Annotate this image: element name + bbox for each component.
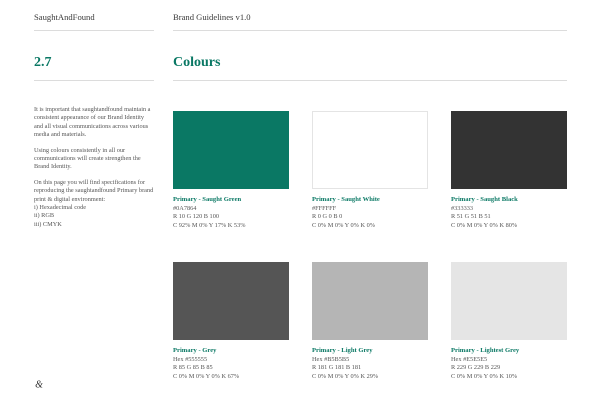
color-cmyk: C 0% M 0% Y 0% K 67% xyxy=(173,372,240,380)
color-spec-saught-white: Primary - Saught White #FFFFFF R 0 G 0 B… xyxy=(312,196,437,230)
footer-glyph: & xyxy=(35,380,43,389)
color-name: Primary - Saught Green xyxy=(173,196,242,203)
color-rgb: R 51 G 51 B 51 xyxy=(451,213,491,220)
color-rgb: R 181 G 181 B 181 xyxy=(312,364,362,371)
color-spec-grey: Primary - Grey Hex #555555 R 85 G 85 B 8… xyxy=(173,347,298,381)
swatch-grey xyxy=(173,262,289,340)
header-rule-left xyxy=(34,30,154,31)
color-rgb: R 0 G 0 B 0 xyxy=(312,213,343,220)
section-rule-left xyxy=(34,80,154,81)
swatch-saught-white xyxy=(312,111,428,189)
color-hex: Hex #E5E5E5 xyxy=(451,355,488,363)
spec-item: i) Hexadecimal code xyxy=(34,203,87,211)
color-cmyk: C 0% M 0% Y 0% K 80% xyxy=(451,221,518,229)
color-rgb: R 85 G 85 B 85 xyxy=(173,364,213,371)
section-rule-right xyxy=(173,80,567,81)
color-hex: Hex #B5B5B5 xyxy=(312,355,350,363)
color-rgb: R 10 G 120 B 100 xyxy=(173,213,220,220)
swatch-lightest-grey xyxy=(451,262,567,340)
section-number: 2.7 xyxy=(34,55,52,70)
color-spec-light-grey: Primary - Light Grey Hex #B5B5B5 R 181 G… xyxy=(312,347,437,381)
intro-paragraph: Using colours consistently in all our co… xyxy=(34,146,141,171)
color-cmyk: C 0% M 0% Y 0% K 10% xyxy=(451,372,518,380)
spec-item: ii) RGB xyxy=(34,212,55,220)
intro-paragraph: It is important that saughtandfound main… xyxy=(34,106,151,138)
spec-lead: On this page you will find specification… xyxy=(34,179,154,203)
color-name: Primary - Light Grey xyxy=(312,347,373,354)
brand-name: SaughtAndFound xyxy=(34,12,95,22)
color-rgb: R 229 G 229 B 229 xyxy=(451,364,501,371)
color-name: Primary - Saught White xyxy=(312,196,380,203)
section-title: Colours xyxy=(173,55,221,70)
color-name: Primary - Grey xyxy=(173,347,217,354)
intro-text: It is important that saughtandfound main… xyxy=(34,106,154,229)
ampersand-logo-icon: & xyxy=(35,380,43,389)
color-name: Primary - Lightest Grey xyxy=(451,347,520,354)
color-spec-saught-black: Primary - Saught Black #333333 R 51 G 51… xyxy=(451,196,576,230)
color-hex: Hex #555555 xyxy=(173,355,208,363)
color-cmyk: C 92% M 0% Y 17% K 53% xyxy=(173,221,246,229)
spec-item: iii) CMYK xyxy=(34,220,62,228)
color-hex: #333333 xyxy=(451,204,474,212)
swatch-saught-black xyxy=(451,111,567,189)
color-spec-lightest-grey: Primary - Lightest Grey Hex #E5E5E5 R 22… xyxy=(451,347,576,381)
color-hex: #0A7864 xyxy=(173,204,197,212)
swatch-light-grey xyxy=(312,262,428,340)
header-rule-right xyxy=(173,30,567,31)
color-cmyk: C 0% M 0% Y 0% K 0% xyxy=(312,221,376,229)
color-hex: #FFFFFF xyxy=(312,204,337,212)
color-spec-saught-green: Primary - Saught Green #0A7864 R 10 G 12… xyxy=(173,196,298,230)
swatch-saught-green xyxy=(173,111,289,189)
document-title: Brand Guidelines v1.0 xyxy=(173,12,251,22)
color-cmyk: C 0% M 0% Y 0% K 29% xyxy=(312,372,379,380)
color-name: Primary - Saught Black xyxy=(451,196,518,203)
